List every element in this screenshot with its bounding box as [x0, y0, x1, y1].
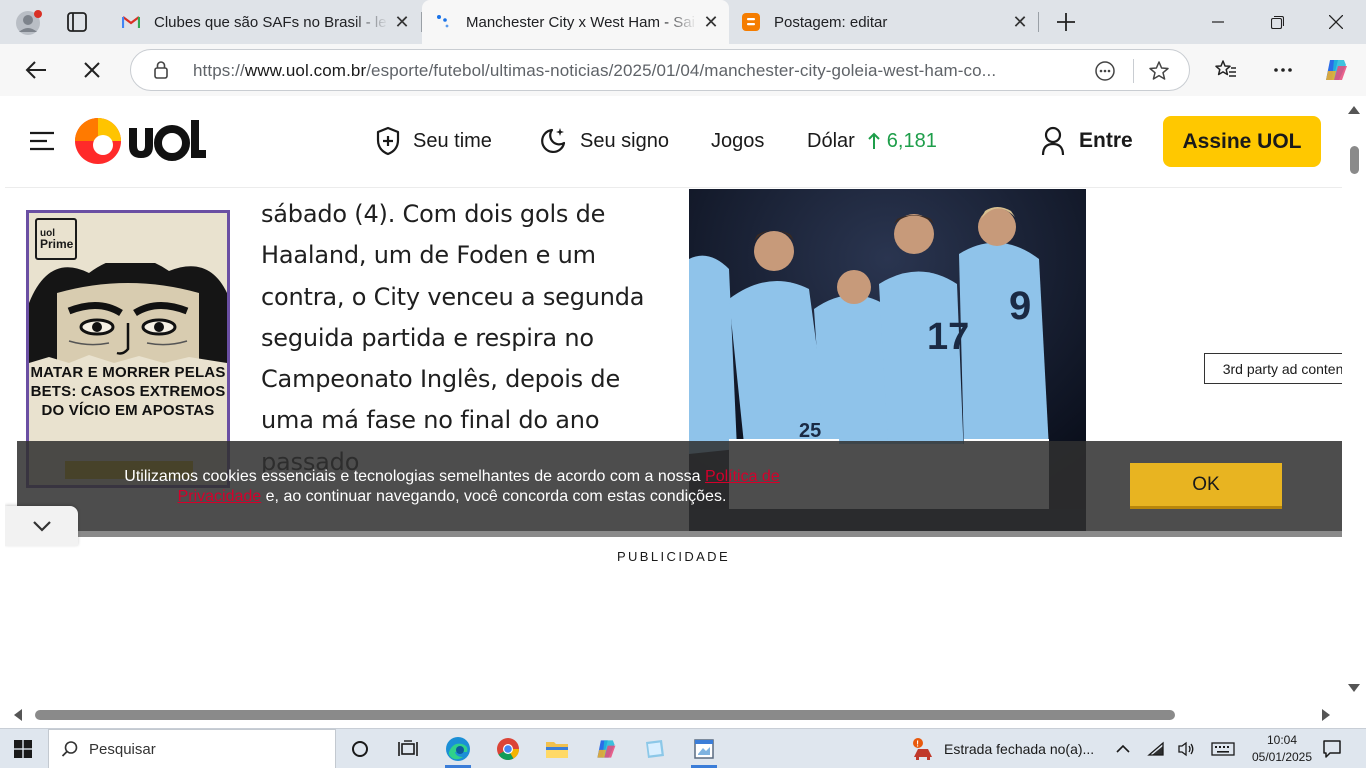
nav-seu-time[interactable]: Seu time [375, 125, 492, 157]
scroll-right-icon[interactable] [1322, 709, 1330, 721]
show-hidden-icons-chevron-up-icon[interactable] [1113, 739, 1133, 759]
tab-title: Clubes que são SAFs no Brasil - le [154, 13, 387, 31]
taskbar-search-box[interactable]: Pesquisar [48, 729, 336, 768]
tab-gmail[interactable]: Clubes que são SAFs no Brasil - le ✕ [110, 0, 420, 44]
task-view-icon[interactable] [391, 733, 425, 765]
shield-plus-icon [376, 126, 400, 156]
article-line: contra, o City venceu a segunda [261, 282, 645, 311]
cookie-ok-button[interactable]: OK [1130, 463, 1282, 509]
article-line: seguida partida e respira no [261, 323, 594, 352]
tab-separator [1038, 12, 1039, 32]
lock-icon[interactable] [151, 60, 171, 80]
clock-date: 05/01/2025 [1251, 750, 1313, 764]
road-closed-icon: ! [913, 738, 932, 760]
reader-mode-icon[interactable] [1093, 59, 1117, 83]
chevron-down-icon [32, 521, 51, 532]
restore-button[interactable] [1248, 0, 1306, 44]
weather-news-widget[interactable]: ! Estrada fechada no(a)... [910, 737, 1094, 761]
user-icon [1041, 126, 1065, 156]
svg-text:!: ! [916, 740, 919, 749]
address-divider [1133, 59, 1134, 83]
new-tab-button[interactable] [1052, 8, 1080, 36]
blogger-icon [742, 13, 760, 31]
cookie-banner: Utilizamos cookies essenciais e tecnolog… [17, 441, 1342, 531]
nav-seu-signo[interactable]: Seu signo [538, 125, 669, 157]
copilot-icon[interactable] [1320, 54, 1352, 86]
copilot-taskbar-icon[interactable] [589, 733, 623, 765]
scroll-down-icon[interactable] [1348, 684, 1360, 692]
svg-text:9: 9 [1009, 284, 1031, 328]
url-text[interactable]: https://www.uol.com.br/esporte/futebol/u… [193, 61, 996, 81]
windows-taskbar: Pesquisar ! Estrada fechada no(a)... 10:… [0, 728, 1366, 768]
nav-jogos[interactable]: Jogos [711, 125, 764, 157]
article-body: sábado (4). Com dois gols de Haaland, um… [261, 194, 661, 483]
ad-headline: MATAR E MORRER PELAS BETS: CASOS EXTREMO… [30, 364, 226, 419]
minimize-button[interactable] [1189, 0, 1247, 44]
volume-icon[interactable] [1176, 739, 1196, 759]
edge-taskbar-icon[interactable] [441, 733, 475, 768]
profile-avatar-icon[interactable] [14, 8, 44, 38]
cookie-banner-strip [78, 531, 1342, 537]
login-link[interactable]: Entre [1041, 124, 1133, 158]
clock-time: 10:04 [1266, 733, 1298, 747]
chrome-taskbar-icon[interactable] [491, 733, 525, 765]
nav-dolar[interactable]: Dólar 6,181 [807, 125, 937, 157]
more-options-icon[interactable] [1267, 54, 1299, 86]
system-clock[interactable]: 10:04 05/01/2025 [1246, 732, 1318, 766]
browser-tab-bar: Clubes que são SAFs no Brasil - le ✕ Man… [0, 0, 1366, 44]
search-icon [61, 741, 78, 757]
windows-start-icon[interactable] [14, 740, 32, 758]
file-explorer-icon[interactable] [540, 733, 574, 765]
stop-loading-button[interactable] [76, 54, 108, 86]
article-line: Haaland, um de Foden e um [261, 241, 596, 270]
tab-blogger[interactable]: Postagem: editar ✕ [730, 0, 1038, 44]
uol-prime-badge: uol Prime [35, 218, 77, 260]
scroll-up-icon[interactable] [1348, 106, 1360, 114]
face-illustration [29, 263, 227, 363]
gmail-icon [122, 13, 140, 31]
wifi-icon[interactable] [1146, 739, 1166, 759]
back-button[interactable] [20, 54, 52, 86]
site-header: Seu time Seu signo Jogos Dólar 6,181 Ent… [5, 96, 1342, 188]
loading-icon [434, 13, 452, 31]
dolar-value: 6,181 [886, 129, 937, 152]
address-bar[interactable]: https://www.uol.com.br/esporte/futebol/u… [130, 49, 1190, 91]
svg-text:17: 17 [927, 316, 969, 358]
subscribe-button[interactable]: Assine UOL [1163, 116, 1321, 167]
tab-close-icon[interactable]: ✕ [697, 8, 725, 36]
vertical-scrollbar[interactable] [1342, 96, 1366, 704]
advertising-label: PUBLICIDADE [616, 549, 731, 564]
uol-logo[interactable] [75, 116, 210, 166]
tab-uol-article[interactable]: Manchester City x West Ham - Sai ✕ [422, 0, 729, 44]
close-window-button[interactable] [1307, 0, 1365, 44]
notes-app-icon[interactable] [637, 733, 671, 765]
tab-actions-icon[interactable] [64, 10, 90, 34]
cookie-text: Utilizamos cookies essenciais e tecnolog… [124, 468, 780, 505]
tab-close-icon[interactable]: ✕ [388, 8, 416, 36]
collapse-ad-button[interactable] [5, 506, 78, 546]
browser-toolbar: https://www.uol.com.br/esporte/futebol/u… [0, 44, 1366, 96]
favorite-star-icon[interactable] [1147, 59, 1171, 83]
tab-title: Postagem: editar [774, 13, 888, 31]
vertical-scroll-thumb[interactable] [1350, 146, 1359, 174]
tab-title: Manchester City x West Ham - Sai [466, 13, 695, 31]
keyboard-icon[interactable] [1210, 739, 1236, 759]
page-viewport: Seu time Seu signo Jogos Dólar 6,181 Ent… [5, 96, 1342, 704]
moon-stars-icon [541, 128, 566, 153]
cortana-icon[interactable] [343, 733, 377, 765]
article-line: uma má fase no final do ano [261, 406, 600, 435]
article-line: Campeonato Inglês, depois de [261, 365, 621, 394]
notification-center-icon[interactable] [1322, 739, 1344, 759]
favorites-icon[interactable] [1210, 54, 1242, 86]
menu-icon[interactable] [29, 130, 55, 152]
horizontal-scrollbar[interactable] [0, 704, 1366, 726]
tab-close-icon[interactable]: ✕ [1006, 8, 1034, 36]
arrow-up-icon [868, 132, 880, 149]
article-line: sábado (4). Com dois gols de [261, 200, 606, 228]
svg-text:25: 25 [799, 420, 821, 442]
paint-app-icon[interactable] [687, 733, 721, 768]
scroll-left-icon[interactable] [14, 709, 22, 721]
horizontal-scroll-thumb[interactable] [35, 710, 1175, 720]
